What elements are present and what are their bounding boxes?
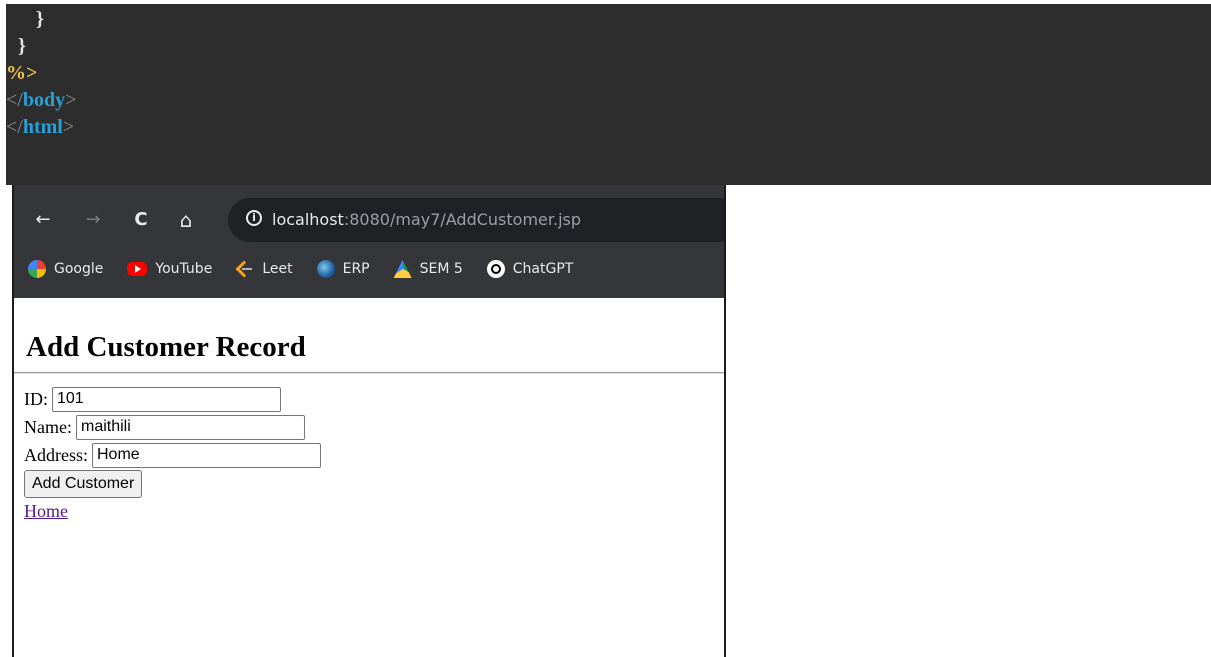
tag-close-bracket: > — [62, 116, 75, 138]
name-input[interactable] — [75, 414, 305, 440]
add-customer-button[interactable]: Add Customer — [24, 470, 143, 498]
tag-name-html: html — [22, 116, 63, 138]
code-editor: } } %> </body> </html> — [6, 4, 1211, 185]
address-bar[interactable]: i localhost:8080/may7/AddCustomer.jsp — [228, 198, 724, 242]
bookmark-sem5[interactable]: SEM 5 — [393, 260, 463, 278]
page-content: Add Customer Record ID: Name: Address: A… — [14, 298, 724, 657]
code-line-body-close: </body> — [6, 87, 1211, 114]
home-link[interactable]: Home — [24, 500, 321, 522]
tag-close-bracket: > — [65, 89, 77, 111]
address-row: Address: — [24, 441, 321, 469]
chatgpt-icon — [486, 260, 505, 278]
id-input[interactable] — [52, 386, 281, 412]
id-label: ID: — [24, 389, 48, 409]
google-icon — [28, 260, 46, 278]
google-drive-icon — [393, 260, 412, 278]
bookmark-label: ERP — [342, 261, 370, 277]
bookmark-label: Google — [54, 261, 104, 277]
bookmark-leet[interactable]: Leet — [236, 260, 293, 278]
url-path: :8080/may7/AddCustomer.jsp — [343, 210, 582, 229]
bookmark-label: YouTube — [155, 261, 213, 277]
name-row: Name: — [24, 413, 321, 441]
code-line-brace-1: } — [36, 8, 44, 30]
erp-icon — [316, 260, 335, 278]
tag-name-body: body — [22, 89, 66, 111]
divider — [14, 372, 724, 374]
bookmark-label: Leet — [262, 261, 293, 277]
bookmark-erp[interactable]: ERP — [316, 260, 370, 278]
leetcode-icon — [236, 260, 254, 278]
add-customer-form: ID: Name: Address: Add Customer Home — [24, 385, 321, 522]
page-title: Add Customer Record — [26, 331, 306, 363]
tag-open-bracket: </ — [6, 116, 23, 138]
bookmark-label: SEM 5 — [419, 261, 463, 277]
site-info-icon[interactable]: i — [246, 210, 262, 226]
youtube-icon — [127, 262, 148, 276]
url-text[interactable]: localhost:8080/may7/AddCustomer.jsp — [272, 198, 581, 242]
back-arrow-icon[interactable]: ← — [30, 207, 56, 233]
home-icon[interactable]: ⌂ — [173, 207, 199, 233]
name-label: Name: — [24, 417, 72, 437]
bookmark-youtube[interactable]: YouTube — [127, 261, 212, 277]
forward-arrow-icon[interactable]: → — [80, 207, 106, 233]
bookmark-label: ChatGPT — [512, 261, 574, 277]
browser-window: ← → C ⌂ i localhost:8080/may7/AddCustome… — [12, 185, 726, 657]
code-line-scriptlet-end: %> — [6, 62, 38, 84]
reload-icon[interactable]: C — [128, 207, 154, 233]
code-line-brace-2: } — [18, 35, 26, 57]
tag-open-bracket: </ — [6, 89, 23, 111]
url-host: localhost — [272, 210, 344, 229]
code-line-html-close: </html> — [6, 114, 1211, 141]
bookmark-google[interactable]: Google — [28, 260, 103, 278]
address-input[interactable] — [92, 442, 321, 468]
bookmark-chatgpt[interactable]: ChatGPT — [486, 260, 574, 278]
id-row: ID: — [24, 385, 321, 413]
bookmarks-bar: Google YouTube Leet ERP SEM 5 ChatGPT — [28, 253, 597, 285]
browser-toolbar: ← → C ⌂ i localhost:8080/may7/AddCustome… — [14, 185, 724, 298]
address-label: Address: — [24, 445, 88, 465]
